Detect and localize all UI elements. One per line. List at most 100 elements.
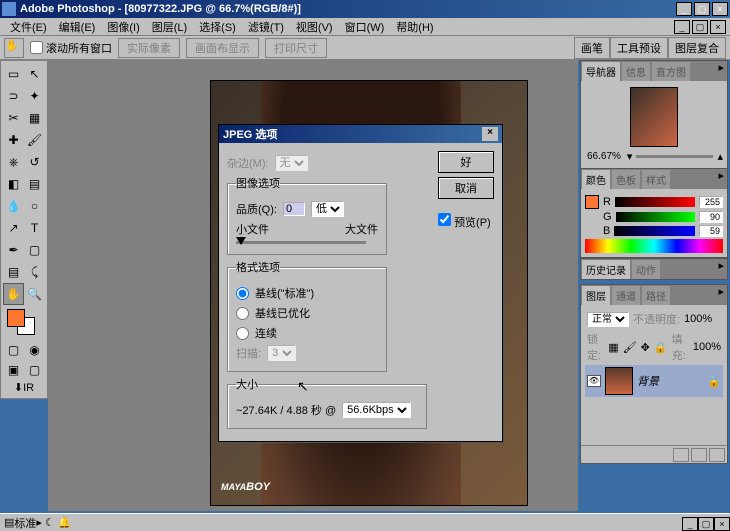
tab-layers[interactable]: 图层 bbox=[581, 285, 611, 305]
g-value[interactable]: 90 bbox=[699, 211, 723, 223]
r-value[interactable]: 255 bbox=[699, 196, 723, 208]
menu-edit[interactable]: 编辑(E) bbox=[53, 17, 102, 37]
screen-mode-1[interactable]: ▣ bbox=[3, 361, 24, 379]
quality-input[interactable] bbox=[283, 202, 305, 216]
optimized-radio[interactable]: 基线已优化 bbox=[236, 305, 378, 321]
tab-paths[interactable]: 路径 bbox=[641, 285, 671, 305]
options-tab-comps[interactable]: 图层复合 bbox=[668, 37, 726, 59]
navigator-thumbnail[interactable] bbox=[630, 87, 678, 147]
options-tab-brushes[interactable]: 画笔 bbox=[574, 37, 610, 59]
tab-history[interactable]: 历史记录 bbox=[581, 259, 631, 279]
heal-tool[interactable]: ✚ bbox=[3, 129, 24, 151]
brush-tool[interactable]: 🖌 bbox=[24, 129, 45, 151]
menu-window[interactable]: 窗口(W) bbox=[339, 17, 391, 37]
ok-button[interactable]: 好 bbox=[438, 151, 494, 173]
screen-mode-2[interactable]: ▢ bbox=[24, 361, 45, 379]
path-tool[interactable]: ↗ bbox=[3, 217, 24, 239]
new-group-icon[interactable] bbox=[673, 448, 689, 462]
taskbar-min[interactable]: _ bbox=[682, 517, 698, 531]
zoom-in-icon[interactable]: ▴ bbox=[717, 150, 723, 163]
shape-tool[interactable]: ▢ bbox=[24, 239, 45, 261]
menu-select[interactable]: 选择(S) bbox=[193, 17, 242, 37]
tab-actions[interactable]: 动作 bbox=[631, 259, 661, 279]
crop-tool[interactable]: ✂ bbox=[3, 107, 24, 129]
stamp-tool[interactable]: ⎈ bbox=[3, 151, 24, 173]
standard-mode-button[interactable]: ▢ bbox=[3, 341, 24, 359]
tab-channels[interactable]: 通道 bbox=[611, 285, 641, 305]
color-swatches[interactable] bbox=[3, 309, 45, 339]
lasso-tool[interactable]: ⊃ bbox=[3, 85, 24, 107]
zoom-tool[interactable]: 🔍 bbox=[24, 283, 45, 305]
fit-screen-button[interactable]: 画面布显示 bbox=[186, 38, 259, 58]
tab-styles[interactable]: 样式 bbox=[641, 169, 671, 189]
move-tool[interactable]: ↖ bbox=[24, 63, 45, 85]
zoom-level[interactable]: 66.67% bbox=[585, 149, 623, 164]
fill-value[interactable]: 100% bbox=[693, 341, 721, 353]
eraser-tool[interactable]: ◧ bbox=[3, 173, 24, 195]
speed-select[interactable]: 56.6Kbps bbox=[342, 402, 411, 418]
jump-to-imageready-button[interactable]: ⬇IR bbox=[3, 379, 45, 396]
options-tab-presets[interactable]: 工具预设 bbox=[610, 37, 668, 59]
status-mode[interactable]: 标准 bbox=[14, 515, 36, 531]
doc-close-button[interactable]: × bbox=[710, 20, 726, 34]
preview-checkbox[interactable]: 预览(P) bbox=[438, 213, 494, 230]
status-extras[interactable]: ▸ ☾ 🔔 bbox=[36, 516, 71, 529]
menu-view[interactable]: 视图(V) bbox=[290, 17, 339, 37]
dialog-titlebar[interactable]: JPEG 选项 × bbox=[219, 125, 502, 143]
lock-pixels-icon[interactable]: 🖌 bbox=[623, 341, 637, 354]
type-tool[interactable]: T bbox=[24, 217, 45, 239]
wand-tool[interactable]: ✦ bbox=[24, 85, 45, 107]
progressive-radio[interactable]: 连续 bbox=[236, 325, 378, 341]
hand-tool-icon[interactable]: ✋ bbox=[4, 38, 24, 58]
quality-slider[interactable] bbox=[236, 241, 366, 244]
delete-layer-icon[interactable] bbox=[709, 448, 725, 462]
print-size-button[interactable]: 打印尺寸 bbox=[265, 38, 327, 58]
layer-thumbnail[interactable] bbox=[605, 367, 633, 395]
pen-tool[interactable]: ✒ bbox=[3, 239, 24, 261]
close-button[interactable]: × bbox=[712, 2, 728, 16]
opacity-value[interactable]: 100% bbox=[684, 313, 712, 325]
status-zoom[interactable]: ▤ bbox=[4, 516, 14, 529]
b-slider[interactable] bbox=[614, 226, 695, 236]
notes-tool[interactable]: ▤ bbox=[3, 261, 24, 283]
g-slider[interactable] bbox=[616, 212, 695, 222]
new-layer-icon[interactable] bbox=[691, 448, 707, 462]
r-slider[interactable] bbox=[615, 197, 695, 207]
layer-row-background[interactable]: 👁 背景 🔒 bbox=[585, 365, 723, 397]
zoom-out-icon[interactable]: ▾ bbox=[627, 150, 633, 163]
tab-histogram[interactable]: 直方图 bbox=[651, 61, 691, 81]
doc-maximize-button[interactable]: ▢ bbox=[692, 20, 708, 34]
zoom-slider[interactable] bbox=[636, 155, 713, 158]
blur-tool[interactable]: 💧 bbox=[3, 195, 24, 217]
baseline-radio[interactable]: 基线("标准") bbox=[236, 285, 378, 301]
panel-menu-icon[interactable]: ▸ bbox=[715, 285, 727, 305]
panel-menu-icon[interactable]: ▸ bbox=[715, 259, 727, 279]
lock-transparent-icon[interactable]: ▦ bbox=[608, 341, 618, 354]
menu-help[interactable]: 帮助(H) bbox=[390, 17, 439, 37]
eyedropper-tool[interactable]: ⤹ bbox=[24, 261, 45, 283]
taskbar-close[interactable]: × bbox=[714, 517, 730, 531]
doc-minimize-button[interactable]: _ bbox=[674, 20, 690, 34]
b-value[interactable]: 59 bbox=[699, 225, 723, 237]
dialog-close-button[interactable]: × bbox=[482, 127, 498, 141]
color-ramp[interactable] bbox=[585, 239, 723, 253]
visibility-icon[interactable]: 👁 bbox=[587, 375, 601, 387]
gradient-tool[interactable]: ▤ bbox=[24, 173, 45, 195]
foreground-color-swatch[interactable] bbox=[7, 309, 25, 327]
slice-tool[interactable]: ▦ bbox=[24, 107, 45, 129]
tab-color[interactable]: 颜色 bbox=[581, 169, 611, 189]
marquee-tool[interactable]: ▭ bbox=[3, 63, 24, 85]
tab-info[interactable]: 信息 bbox=[621, 61, 651, 81]
cancel-button[interactable]: 取消 bbox=[438, 177, 494, 199]
menu-file[interactable]: 文件(E) bbox=[4, 17, 53, 37]
actual-pixels-button[interactable]: 实际像素 bbox=[118, 38, 180, 58]
menu-filter[interactable]: 滤镜(T) bbox=[242, 17, 290, 37]
panel-menu-icon[interactable]: ▸ bbox=[715, 169, 727, 189]
dodge-tool[interactable]: ○ bbox=[24, 195, 45, 217]
lock-position-icon[interactable]: ✥ bbox=[641, 341, 650, 354]
color-fg-swatch[interactable] bbox=[585, 195, 599, 209]
scroll-all-checkbox[interactable]: 滚动所有窗口 bbox=[30, 40, 112, 56]
minimize-button[interactable]: _ bbox=[676, 2, 692, 16]
layer-name[interactable]: 背景 bbox=[637, 373, 659, 389]
hand-tool[interactable]: ✋ bbox=[3, 283, 24, 305]
